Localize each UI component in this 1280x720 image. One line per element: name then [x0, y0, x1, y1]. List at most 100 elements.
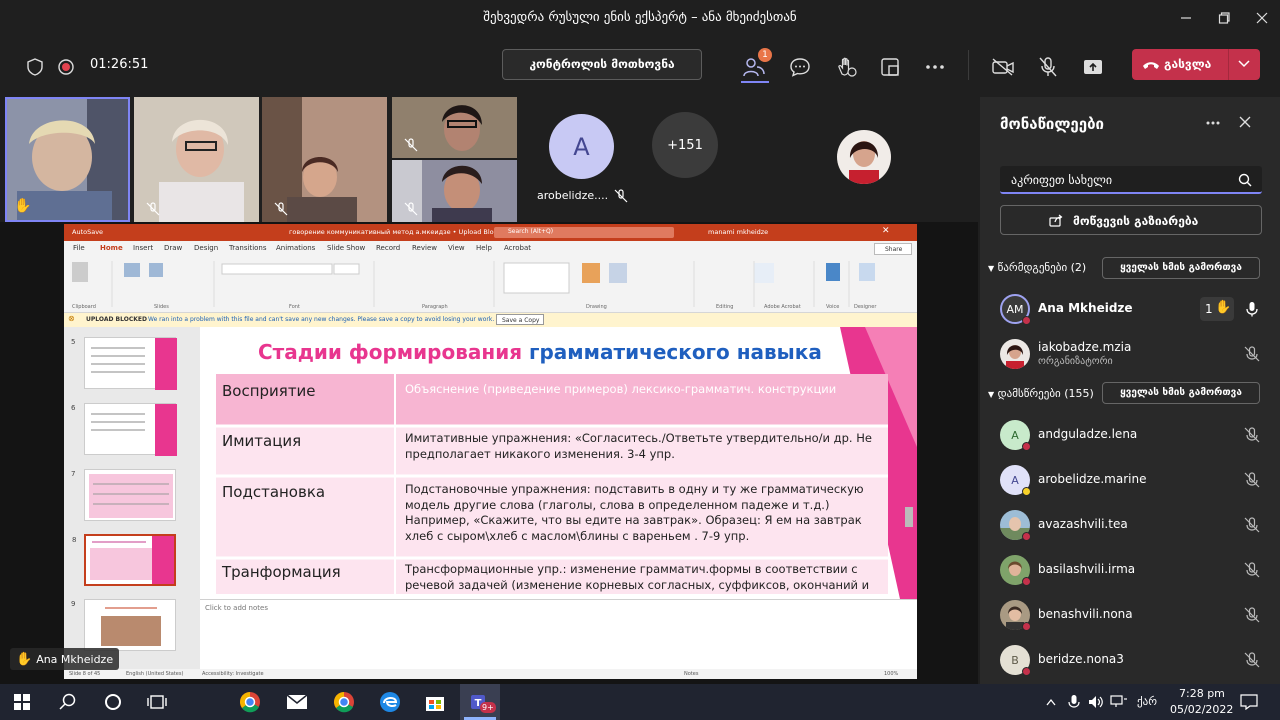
video-tile-presenter[interactable]: ✋ [5, 97, 130, 222]
menu-record[interactable]: Record [376, 244, 400, 252]
save-copy-button[interactable]: Save a Copy [496, 314, 544, 325]
menu-draw[interactable]: Draw [164, 244, 182, 252]
menu-animations[interactable]: Animations [276, 244, 315, 252]
leave-button[interactable]: გასვლა [1132, 49, 1260, 80]
ribbon-group-voice: Voice [826, 304, 840, 310]
taskbar-chrome[interactable] [238, 690, 262, 714]
video-tile-avatar[interactable]: A arobelidze.... [522, 97, 642, 222]
clock-time[interactable]: 7:28 pm [1179, 687, 1225, 700]
participant-row[interactable]: B beridze.nona3 [980, 638, 1280, 683]
close-icon[interactable] [1239, 116, 1251, 128]
participant-row[interactable]: A arobelidze.marine [980, 458, 1280, 503]
menu-home[interactable]: Home [100, 244, 123, 252]
mic-off-icon[interactable] [1244, 652, 1260, 668]
taskbar-store[interactable] [423, 690, 447, 714]
more-actions-button[interactable] [922, 54, 948, 80]
mic-off-icon[interactable] [1244, 607, 1260, 623]
notification-icon[interactable] [1240, 694, 1258, 710]
mic-off-icon[interactable] [1244, 346, 1260, 362]
volume-icon[interactable] [1088, 695, 1104, 709]
participant-row[interactable]: benashvili.nona [980, 593, 1280, 638]
ppt-search-box[interactable]: Search (Alt+Q) [494, 227, 674, 238]
attendees-section-toggle[interactable]: ▼ დამსწრეები (155) [988, 387, 1094, 400]
video-tile-organizer[interactable] [755, 97, 975, 222]
ppt-close-icon[interactable]: ✕ [882, 226, 890, 236]
restore-icon [1218, 12, 1230, 24]
menu-transitions[interactable]: Transitions [229, 244, 267, 252]
video-tile-5[interactable] [392, 160, 517, 222]
menu-review[interactable]: Review [412, 244, 437, 252]
stage-label: Восприятие [222, 382, 316, 400]
slide-thumbnail[interactable]: 5 [71, 337, 177, 390]
network-icon[interactable] [1110, 695, 1128, 709]
task-view-button[interactable] [145, 690, 169, 714]
menu-acrobat[interactable]: Acrobat [504, 244, 531, 252]
hand-count: 1 [1205, 302, 1213, 316]
participant-name: avazashvili.tea [1038, 517, 1128, 531]
chevron-down-icon[interactable] [1238, 60, 1250, 68]
camera-button[interactable] [990, 54, 1016, 80]
presenters-section-toggle[interactable]: ▼ წარმდგენები (2) [988, 261, 1086, 274]
menu-insert[interactable]: Insert [133, 244, 153, 252]
video-tile-4[interactable] [392, 97, 517, 158]
chat-button[interactable] [787, 54, 813, 80]
request-control-button[interactable]: კონტროლის მოთხოვნა [502, 49, 702, 80]
menu-file[interactable]: File [73, 244, 85, 252]
more-icon[interactable] [1206, 121, 1220, 125]
mic-button[interactable] [1035, 54, 1061, 80]
cortana-button[interactable] [101, 690, 125, 714]
input-language[interactable]: ქარ [1137, 695, 1157, 708]
participant-row[interactable]: iakobadze.mzia ორგანიზატორი [980, 332, 1280, 377]
status-zoom[interactable]: 100% [884, 671, 898, 677]
participant-row[interactable]: A andguladze.lena [980, 413, 1280, 458]
close-button[interactable] [1252, 8, 1272, 28]
participants-button[interactable]: 1 [741, 48, 772, 83]
slide-thumbnail[interactable]: 7 [71, 469, 176, 521]
search-icon[interactable] [1238, 173, 1252, 187]
menu-help[interactable]: Help [476, 244, 492, 252]
taskbar-edge[interactable] [378, 690, 402, 714]
participant-row[interactable]: AM Ana Mkheidze 1 ✋ [980, 287, 1280, 332]
mic-off-icon[interactable] [1244, 517, 1260, 533]
taskbar-chrome-2[interactable] [332, 690, 356, 714]
chevron-up-icon[interactable] [1046, 698, 1056, 706]
search-input[interactable]: აკრიფეთ სახელი [1000, 166, 1262, 194]
raised-hand-icon: ✋ [14, 198, 32, 214]
taskbar-teams[interactable]: T 9+ [460, 684, 500, 720]
video-tile-2[interactable] [134, 97, 259, 222]
clock-date[interactable]: 05/02/2022 [1170, 703, 1233, 716]
participant-row[interactable]: avazashvili.tea [980, 503, 1280, 548]
slide-thumbnail[interactable]: 6 [71, 403, 177, 456]
ppt-share-button[interactable]: Share [874, 243, 912, 255]
rooms-button[interactable] [877, 54, 903, 80]
leave-divider [1228, 49, 1229, 80]
overflow-participants[interactable]: +151 [652, 112, 718, 178]
status-notes[interactable]: Notes [684, 671, 698, 677]
mic-off-icon[interactable] [1244, 562, 1260, 578]
taskbar-mail[interactable] [285, 690, 309, 714]
notes-pane[interactable]: Click to add notes [200, 599, 917, 669]
menu-design[interactable]: Design [194, 244, 218, 252]
menu-slideshow[interactable]: Slide Show [327, 244, 365, 252]
slide-thumbnail-selected[interactable]: 8 [72, 534, 176, 586]
mute-all-attendees-button[interactable]: ყველას ხმის გამორთვა [1102, 382, 1260, 404]
mic-off-icon[interactable] [1244, 472, 1260, 488]
search-button[interactable] [56, 690, 80, 714]
share-button[interactable] [1080, 54, 1106, 80]
minimize-button[interactable] [1176, 8, 1196, 28]
participant-row[interactable]: basilashvili.irma [980, 548, 1280, 593]
chat-icon [790, 58, 810, 77]
start-button[interactable] [10, 690, 34, 714]
reactions-button[interactable] [833, 54, 859, 80]
mic-icon[interactable] [1244, 301, 1260, 317]
stage-description: Объяснение (приведение примеров) лексико… [405, 382, 837, 396]
menu-view[interactable]: View [448, 244, 465, 252]
mic-off-icon[interactable] [1244, 427, 1260, 443]
shield-icon[interactable] [22, 54, 48, 80]
microphone-icon[interactable] [1068, 694, 1080, 710]
video-tile-3[interactable] [262, 97, 387, 222]
share-invite-button[interactable]: მოწვევის გაზიარება [1000, 205, 1262, 235]
maximize-button[interactable] [1214, 8, 1234, 28]
slide-thumbnail[interactable]: 9 [71, 599, 176, 651]
mute-all-button[interactable]: ყველას ხმის გამორთვა [1102, 257, 1260, 279]
